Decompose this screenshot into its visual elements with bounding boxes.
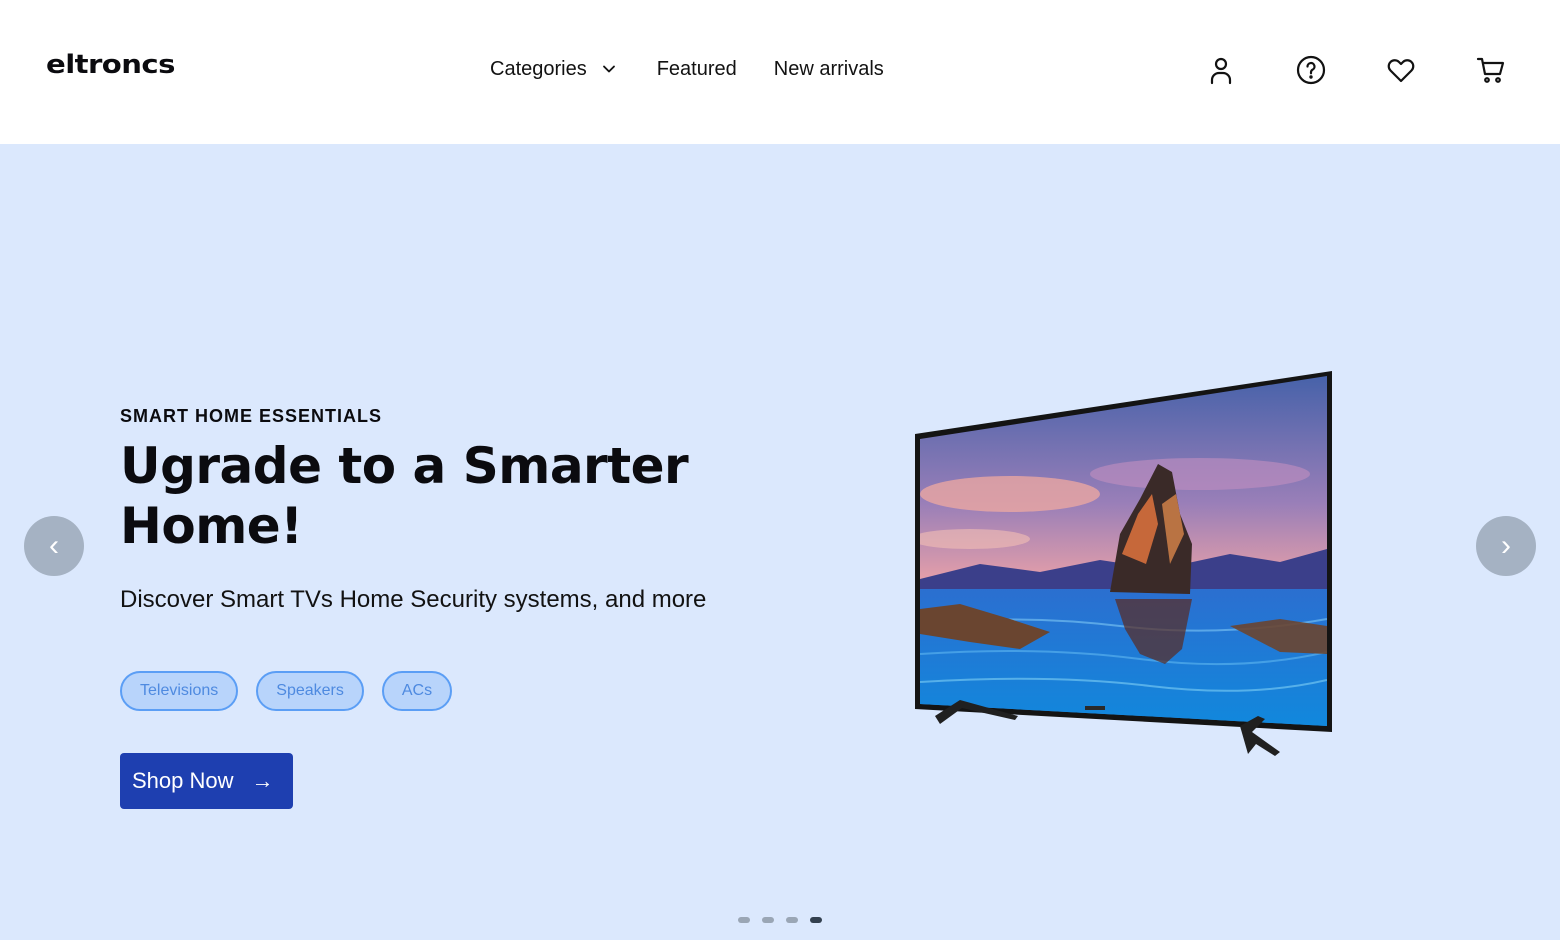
carousel-prev-button[interactable]: ‹ — [24, 516, 84, 576]
wishlist-button[interactable] — [1381, 50, 1421, 90]
shop-now-button[interactable]: Shop Now → — [120, 753, 293, 809]
hero-subtext: Discover Smart TVs Home Security systems… — [120, 586, 707, 613]
carousel-dot[interactable] — [762, 917, 774, 923]
user-icon — [1210, 57, 1232, 85]
shop-now-label: Shop Now — [132, 768, 234, 793]
header-icons — [0, 50, 1560, 90]
carousel-indicators — [738, 917, 834, 923]
cart-icon — [1476, 57, 1505, 83]
carousel-dot[interactable] — [738, 917, 750, 923]
account-button[interactable] — [1201, 50, 1241, 90]
chip-televisions[interactable]: Televisions — [120, 671, 239, 711]
hero-headline: Ugrade to a Smarter Home! — [120, 437, 689, 555]
hero-eyebrow: SMART HOME ESSENTIALS — [120, 406, 383, 426]
carousel-dot-active[interactable] — [810, 917, 822, 923]
carousel-next-button[interactable]: › — [1476, 516, 1536, 576]
help-icon — [1296, 55, 1326, 85]
site-header: eltroncs Categories Featured New arrival… — [0, 0, 1560, 144]
help-button[interactable] — [1291, 50, 1331, 90]
carousel-dot[interactable] — [786, 917, 798, 923]
hero-category-chips: Televisions Speakers ACs — [120, 671, 470, 711]
cart-button[interactable] — [1471, 50, 1511, 90]
arrow-right-icon: → — [251, 768, 274, 793]
chip-acs[interactable]: ACs — [381, 671, 453, 711]
chip-speakers[interactable]: Speakers — [256, 671, 364, 711]
hero-carousel: ‹ › SMART HOME ESSENTIALS Ugrade to a Sm… — [0, 144, 1560, 940]
television-product-image — [915, 371, 1332, 756]
heart-icon — [1387, 59, 1415, 83]
